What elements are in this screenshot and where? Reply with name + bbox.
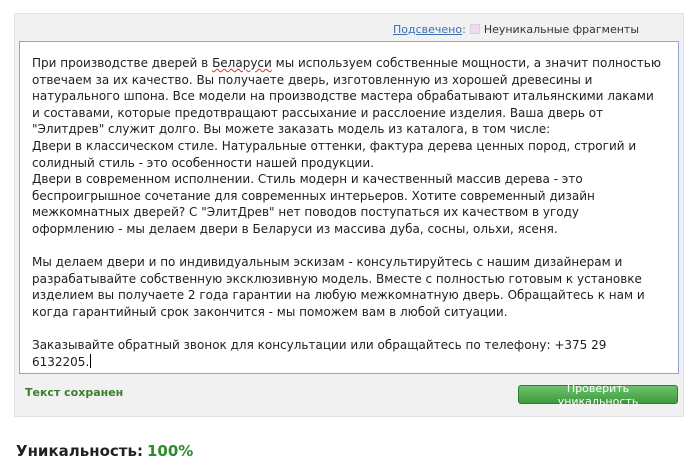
text-caret: [90, 353, 92, 368]
legend-colon: :: [462, 22, 466, 36]
text-saved-status: Текст сохранен: [25, 386, 124, 399]
text-editor[interactable]: При производстве дверей в Беларуси мы ис…: [19, 41, 679, 374]
uniqueness-value: 100%: [146, 442, 194, 460]
non-unique-swatch-icon: [469, 24, 480, 34]
paragraph-1: При производстве дверей в Беларуси мы ис…: [32, 55, 664, 138]
paragraph-3: Двери в современном исполнении. Стиль мо…: [32, 172, 599, 236]
paragraph-5: Заказывайте обратный звонок для консульт…: [32, 337, 664, 370]
paragraph-1-start: При производстве дверей в: [32, 56, 213, 70]
paragraph-4: Мы делаем двери и по индивидуальным эски…: [32, 255, 649, 319]
check-uniqueness-button[interactable]: Проверить уникальность: [518, 382, 678, 408]
highlight-legend: Подсвечено : Неуникальные фрагменты: [393, 21, 639, 37]
uniqueness-checker-panel: Подсвечено : Неуникальные фрагменты При …: [14, 13, 684, 417]
paragraph-2: Двери в классическом стиле. Натуральные …: [32, 138, 640, 170]
highlighted-link[interactable]: Подсвечено: [393, 23, 462, 36]
paragraph-5-text: Заказывайте обратный звонок для консульт…: [32, 338, 611, 369]
spellcheck-word: Беларуси: [212, 56, 272, 70]
uniqueness-result: Уникальность: 100%: [16, 442, 193, 460]
uniqueness-label: Уникальность:: [16, 442, 143, 460]
non-unique-fragments-label: Неуникальные фрагменты: [483, 22, 639, 36]
